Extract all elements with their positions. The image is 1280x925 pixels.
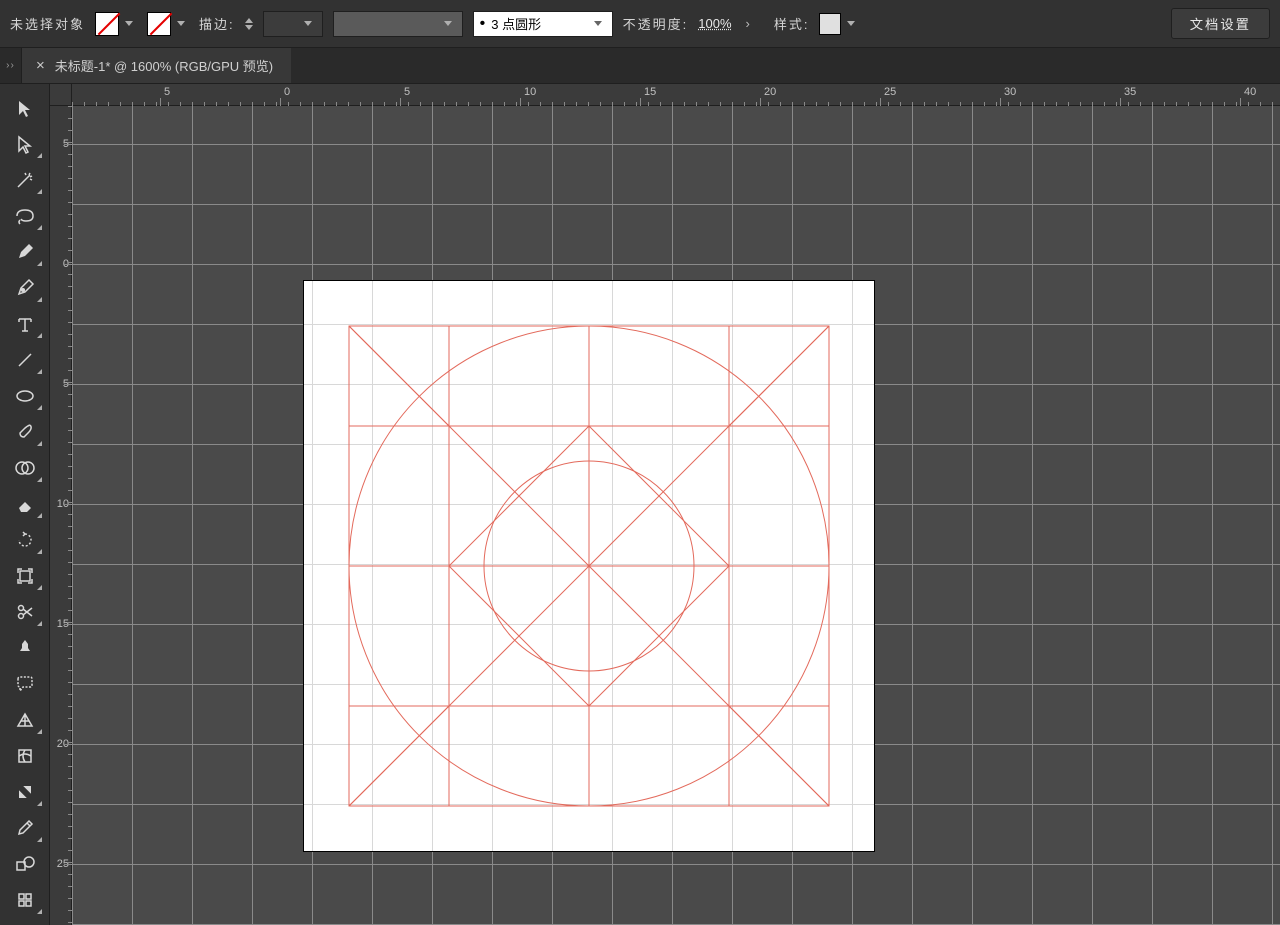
ruler-vertical[interactable]: 50510152025	[50, 106, 72, 925]
ruler-tick: 0	[284, 86, 290, 98]
type-tool[interactable]	[4, 306, 46, 342]
shape-builder-tool[interactable]	[4, 450, 46, 486]
chevron-down-icon	[847, 21, 855, 26]
stroke-weight-field[interactable]	[263, 11, 323, 37]
ruler-tick: 25	[884, 86, 896, 98]
panel-toggle[interactable]: ››	[0, 48, 22, 83]
opacity-label: 不透明度:	[623, 14, 689, 33]
ruler-tick: 15	[644, 86, 656, 98]
style-label: 样式:	[774, 14, 810, 33]
ruler-tick: 40	[1244, 86, 1256, 98]
ruler-tick: 30	[1004, 86, 1016, 98]
chevron-down-icon	[444, 21, 452, 26]
stroke-swatch[interactable]	[147, 12, 189, 36]
ruler-tick: 5	[164, 86, 170, 98]
stroke-label: 描边:	[199, 14, 235, 33]
chevron-down-icon	[177, 21, 185, 26]
tools-panel	[0, 84, 50, 925]
symbol-tool[interactable]	[4, 882, 46, 918]
pen-tool[interactable]	[4, 234, 46, 270]
ruler-origin[interactable]	[50, 84, 72, 106]
fill-swatch[interactable]	[95, 12, 137, 36]
magic-wand-tool[interactable]	[4, 162, 46, 198]
document-tab-bar: ›› × 未标题-1* @ 1600% (RGB/GPU 预览)	[0, 48, 1280, 84]
comment-tool[interactable]	[4, 666, 46, 702]
variable-width-profile[interactable]	[333, 11, 463, 37]
selection-tool[interactable]	[4, 90, 46, 126]
tab-title: 未标题-1* @ 1600% (RGB/GPU 预览)	[55, 56, 273, 75]
options-bar: 未选择对象 描边: • 3 点圆形 不透明度: 100% › 样式: 文档设置	[0, 0, 1280, 48]
graphic-style[interactable]	[819, 13, 859, 35]
pasteboard-grid	[72, 106, 1280, 925]
ellipse-tool[interactable]	[4, 378, 46, 414]
eraser-tool[interactable]	[4, 486, 46, 522]
perspective-tool[interactable]	[4, 702, 46, 738]
ruler-tick: 5	[404, 86, 410, 98]
none-icon	[95, 12, 119, 36]
scissors-tool[interactable]	[4, 594, 46, 630]
brush-name: 3 点圆形	[491, 14, 541, 33]
ruler-tick: 35	[1124, 86, 1136, 98]
ruler-horizontal[interactable]: 5 0 5 10 15 20 25 30 35 40	[72, 84, 1280, 106]
opacity-value[interactable]: 100%	[698, 16, 731, 31]
ruler-tick: 20	[764, 86, 776, 98]
keyline-artwork	[304, 281, 874, 851]
stroke-weight-stepper[interactable]	[245, 18, 253, 30]
opacity-chevron[interactable]: ›	[746, 16, 750, 31]
rotate-tool[interactable]	[4, 522, 46, 558]
document-settings-button[interactable]: 文档设置	[1171, 8, 1270, 39]
gradient-tool[interactable]	[4, 774, 46, 810]
paintbrush-tool[interactable]	[4, 414, 46, 450]
style-swatch-icon	[819, 13, 841, 35]
none-icon	[147, 12, 171, 36]
lasso-tool[interactable]	[4, 198, 46, 234]
no-selection-label: 未选择对象	[10, 14, 85, 33]
line-tool[interactable]	[4, 342, 46, 378]
direct-selection-tool[interactable]	[4, 126, 46, 162]
blend-tool[interactable]	[4, 846, 46, 882]
curvature-tool[interactable]	[4, 270, 46, 306]
close-icon[interactable]: ×	[36, 57, 45, 74]
artboard-tool[interactable]	[4, 558, 46, 594]
chevron-down-icon	[125, 21, 133, 26]
chevron-down-icon	[594, 21, 602, 26]
ruler-tick: 10	[524, 86, 536, 98]
brush-definition[interactable]: • 3 点圆形	[473, 11, 613, 37]
pin-tool[interactable]	[4, 630, 46, 666]
mesh-tool[interactable]	[4, 738, 46, 774]
eyedropper-tool[interactable]	[4, 810, 46, 846]
artboard[interactable]	[304, 281, 874, 851]
chevron-down-icon	[304, 21, 312, 26]
canvas-region[interactable]: 50510152025303540 50510152025	[50, 84, 1280, 925]
workspace: 50510152025303540 50510152025	[0, 84, 1280, 925]
document-tab[interactable]: × 未标题-1* @ 1600% (RGB/GPU 预览)	[22, 48, 291, 83]
